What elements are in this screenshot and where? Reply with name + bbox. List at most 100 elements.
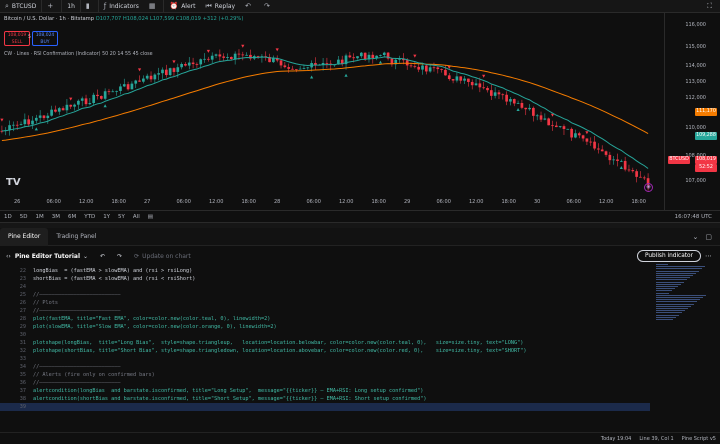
code-minimap[interactable] (656, 264, 712, 324)
script-menu[interactable]: ‹› Pine Editor Tutorial ⌄ (0, 253, 94, 260)
maximize-icon[interactable]: ▢ (705, 233, 712, 241)
candle-body (207, 58, 210, 60)
candle-body (642, 177, 646, 179)
candle-body (302, 68, 306, 69)
redo-button[interactable]: ↷ (259, 0, 278, 13)
code-line[interactable]: 34//—————————————————————————— (0, 363, 650, 371)
price-tick: 113,000 (685, 79, 706, 85)
redo-edit-button[interactable]: ↷ (111, 253, 128, 260)
code-line[interactable]: 31 plotshape(longBias, title="Long Bias",… (0, 339, 650, 347)
candle-body (581, 135, 585, 139)
code-line[interactable]: 36//—————————————————————————— (0, 379, 650, 387)
minimap-line (656, 312, 682, 314)
symbol-search[interactable]: ⌕ BTCUSD (0, 0, 41, 13)
fast-ema-price-label: 109,288 (695, 132, 717, 140)
candle-body (417, 66, 421, 70)
tab-pine-editor[interactable]: Pine Editor (0, 227, 49, 246)
add-symbol-button[interactable]: + (41, 0, 61, 13)
candle-body (455, 76, 459, 81)
candle-body (88, 103, 92, 105)
range-1y[interactable]: 1Y (99, 214, 114, 220)
indicator-legend[interactable]: CW · Lines · RSI Confirmation (Indicator… (4, 52, 153, 57)
code-line[interactable]: 27//—————————————————————————— (0, 307, 650, 315)
code-line[interactable]: 29 plot(slowEMA, title="Slow EMA", color=… (0, 323, 650, 331)
price-chart[interactable]: Bitcoin / U.S. Dollar · 1h · Bitstamp O1… (0, 13, 720, 210)
replay-icon: ⏮ (205, 1, 212, 10)
range-5d[interactable]: 5D (16, 214, 32, 220)
replay-button[interactable]: ⏮ Replay (200, 0, 240, 13)
range-6m[interactable]: 6M (64, 214, 80, 220)
update-on-chart-button[interactable]: ⟳ Update on chart (128, 253, 197, 260)
code-line[interactable]: 30 (0, 331, 650, 339)
range-all[interactable]: All (129, 214, 144, 220)
code-line[interactable]: 24 (0, 283, 650, 291)
chart-type-button[interactable]: ▮ (79, 0, 98, 13)
candle-body (558, 126, 562, 128)
refresh-icon: ⟳ (134, 252, 140, 260)
range-ytd[interactable]: YTD (80, 214, 99, 220)
code-editor[interactable]: 22 longBias = (fastEMA > slowEMA) and (rs… (0, 267, 650, 430)
code-line[interactable]: 38 alertcondition(shortBias and barstate.… (0, 395, 650, 403)
range-bar: 1D 5D 1M 3M 6M YTD 1Y 5Y All ▤ 16:07:48 … (0, 210, 720, 222)
candles-icon: ▮ (85, 2, 90, 10)
alarm-icon: ⏰ (169, 2, 179, 10)
price-axis[interactable]: 116,000 115,000 114,000 113,000 112,000 … (664, 13, 720, 210)
legend-ohlc: O107,707 H108,024 L107,599 C108,019 +312… (95, 16, 244, 22)
code-line[interactable]: 32 plotshape(shortBias, title="Short Bias… (0, 347, 650, 355)
candle-body (92, 94, 96, 104)
alert-button[interactable]: ⏰ Alert (163, 0, 200, 13)
candle-body (619, 160, 623, 162)
candle-body (631, 170, 635, 172)
candle-body (509, 99, 512, 102)
code-line[interactable]: 35// Alerts (fire only on confirmed bars… (0, 371, 650, 379)
candle-body (532, 107, 535, 116)
candle-body (237, 53, 241, 55)
range-5y[interactable]: 5Y (114, 214, 129, 220)
chevron-down-icon: ⌄ (83, 252, 89, 260)
sell-button[interactable]: 108,019 SELL (4, 31, 30, 46)
code-line[interactable]: 37 alertcondition(longBias and barstate.i… (0, 387, 650, 395)
code-line[interactable]: 23 shortBias = (fastEMA < slowEMA) and (r… (0, 275, 650, 283)
candle-body (574, 133, 577, 138)
long-signal-marker (34, 127, 38, 131)
publish-indicator-button[interactable]: Publish indicator (636, 250, 701, 262)
templates-button[interactable]: ▦ (144, 0, 164, 13)
candle-body (107, 91, 111, 93)
code-line[interactable]: 28 plot(fastEMA, title="Fast EMA", color=… (0, 315, 650, 323)
code-line[interactable]: 33 (0, 355, 650, 363)
time-tick: 27 (144, 199, 151, 205)
indicators-button[interactable]: ƒ Indicators (97, 0, 144, 13)
range-3m[interactable]: 3M (48, 214, 64, 220)
undo-button[interactable]: ↶ (240, 0, 259, 13)
code-line[interactable]: 25//—————————————————————————— (0, 291, 650, 299)
tab-trading-panel[interactable]: Trading Panel (48, 228, 104, 246)
candle-body (54, 109, 57, 112)
top-toolbar: ⌕ BTCUSD + 1h ▮ ƒ Indicators ▦ ⏰ Alert ⏮ Rep… (0, 0, 720, 13)
candles-canvas (0, 44, 650, 191)
code-line[interactable]: 22 longBias = (fastEMA > slowEMA) and (rs… (0, 267, 650, 275)
price-tick: 116,000 (685, 22, 706, 28)
time-tick: 06:00 (566, 199, 581, 205)
undo-edit-button[interactable]: ↶ (94, 253, 111, 260)
candle-body (291, 68, 294, 70)
clock-time[interactable]: 16:07:48 UTC (675, 214, 720, 220)
interval-selector[interactable]: 1h (61, 0, 80, 13)
range-1d[interactable]: 1D (0, 214, 16, 220)
code-line-current[interactable]: 39 (0, 403, 650, 411)
more-options-icon[interactable]: ⋯ (705, 252, 712, 260)
code-line[interactable]: 26// Plots (0, 299, 650, 307)
calendar-icon[interactable]: ▤ (144, 214, 157, 220)
candle-body (612, 159, 616, 161)
bottom-panel-tabs: Pine Editor Trading Panel ⌄ ▢ (0, 227, 720, 246)
pane-settings-icon[interactable]: ◉ (644, 183, 653, 192)
candle-body (547, 118, 551, 126)
range-1m[interactable]: 1M (31, 214, 47, 220)
fullscreen-button[interactable]: ⛶ (702, 0, 720, 13)
candle-body (149, 75, 153, 80)
candle-body (272, 58, 275, 63)
buy-button[interactable]: 108,024 BUY (32, 31, 58, 46)
minimap-line (656, 277, 690, 279)
collapse-icon[interactable]: ⌄ (693, 233, 699, 241)
candle-body (562, 126, 566, 130)
fullscreen-icon: ⛶ (707, 1, 712, 10)
